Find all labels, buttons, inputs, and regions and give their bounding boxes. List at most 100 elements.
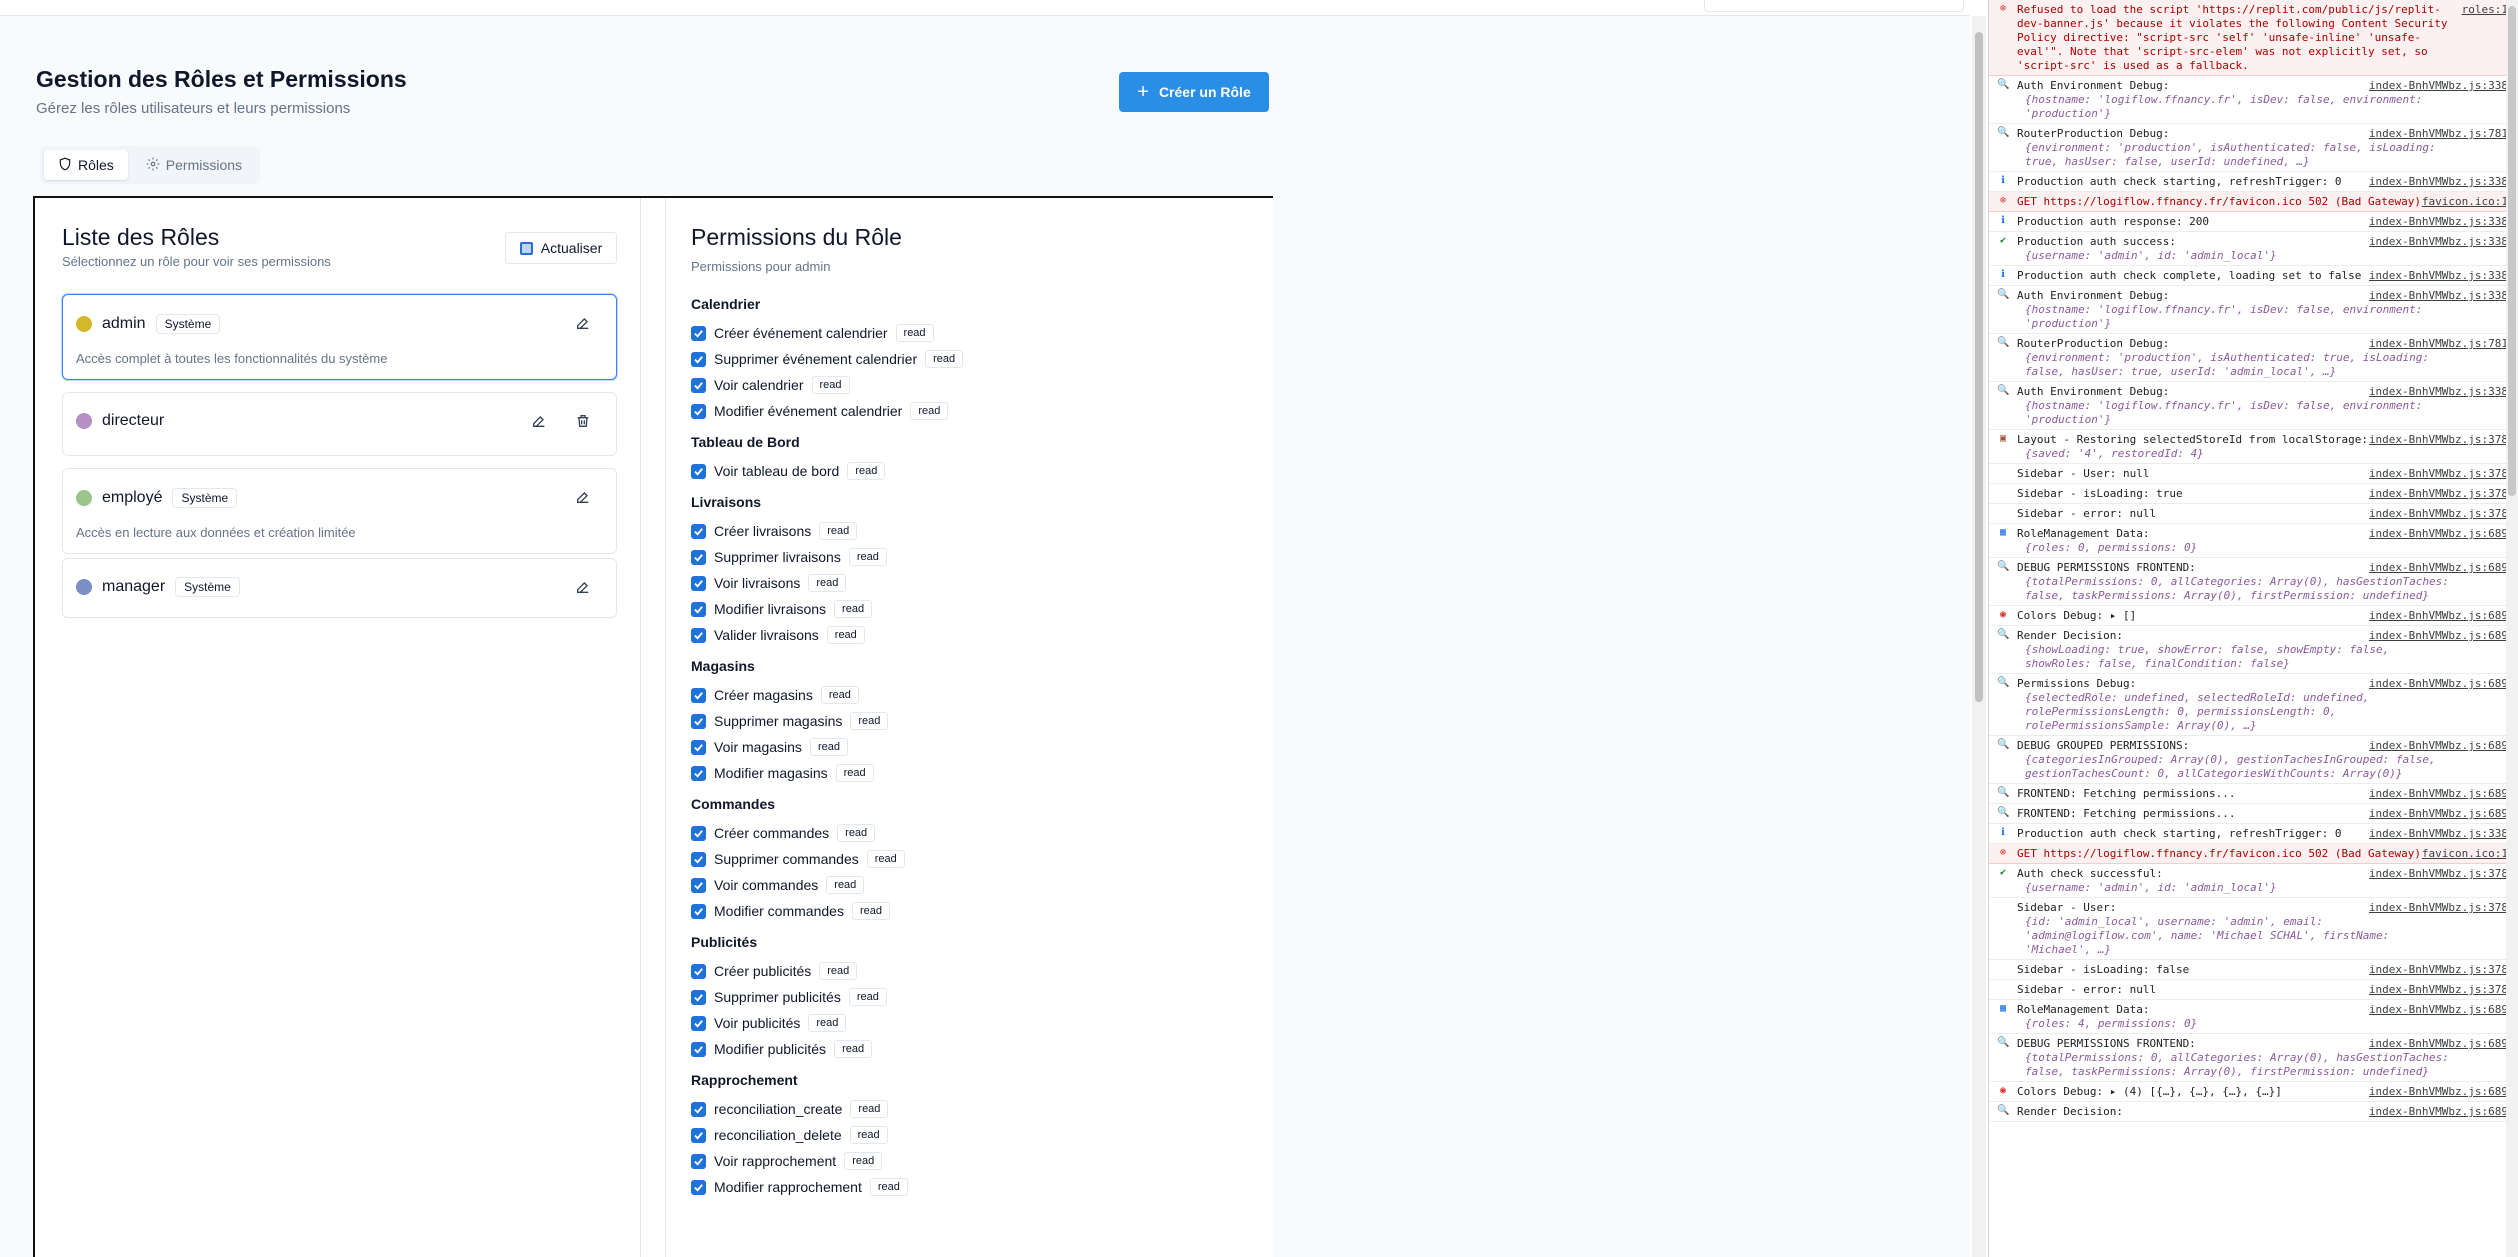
tab-roles[interactable]: Rôles	[44, 150, 128, 180]
console-object-preview[interactable]: {environment: 'production', isAuthentica…	[2017, 141, 2458, 169]
console-source-link[interactable]: index-BnhVMWbz.js:689	[2369, 527, 2508, 541]
console-error-entry[interactable]: ⊗ Refused to load the script 'https://rep…	[1989, 0, 2518, 76]
console-source-link[interactable]: index-BnhVMWbz.js:378	[2369, 901, 2508, 915]
console-source-link[interactable]: index-BnhVMWbz.js:689	[2369, 629, 2508, 643]
console-log-entry[interactable]: ◉ Colors Debug: ▸ [] index-BnhVMWbz.js:689	[1989, 606, 2518, 626]
console-source-link[interactable]: index-BnhVMWbz.js:689	[2369, 807, 2508, 821]
permission-checkbox[interactable]	[691, 713, 706, 729]
permission-checkbox[interactable]	[691, 351, 706, 367]
console-source-link[interactable]: index-BnhVMWbz.js:781	[2369, 337, 2508, 351]
console-object-preview[interactable]: {environment: 'production', isAuthentica…	[2017, 351, 2458, 379]
role-card-employe[interactable]: employé Système Accès en lecture aux don…	[62, 468, 617, 554]
console-log-entry[interactable]: ℹ Production auth check starting, refresh…	[1989, 172, 2518, 192]
console-log-entry[interactable]: ℹ Production auth check starting, refresh…	[1989, 824, 2518, 844]
console-object-preview[interactable]: {hostname: 'logiflow.ffnancy.fr', isDev:…	[2017, 399, 2458, 427]
console-source-link[interactable]: index-BnhVMWbz.js:338	[2369, 827, 2508, 841]
permission-checkbox[interactable]	[691, 903, 706, 919]
console-source-link[interactable]: index-BnhVMWbz.js:689	[2369, 561, 2508, 575]
page-scrollbar[interactable]	[1972, 16, 1986, 1257]
console-source-link[interactable]: index-BnhVMWbz.js:378	[2369, 487, 2508, 501]
console-log-entry[interactable]: 🔍 Render Decision: {showLoading: true, sho…	[1989, 626, 2518, 674]
console-log-entry[interactable]: ▦ RoleManagement Data: {roles: 4, permissi…	[1989, 1000, 2518, 1034]
edit-role-button[interactable]	[573, 487, 593, 507]
console-source-link[interactable]: index-BnhVMWbz.js:338	[2369, 215, 2508, 229]
console-log-entry[interactable]: Sidebar - User: {id: 'admin_local', usern…	[1989, 898, 2518, 960]
console-log-entry[interactable]: ℹ Production auth check complete, loading…	[1989, 266, 2518, 286]
create-role-button[interactable]: + Créer un Rôle	[1119, 72, 1269, 112]
console-object-preview[interactable]: {categoriesInGrouped: Array(0), gestionT…	[2017, 753, 2458, 781]
permission-checkbox[interactable]	[691, 1101, 706, 1117]
permission-checkbox[interactable]	[691, 963, 706, 979]
console-log-entry[interactable]: 🔍 DEBUG GROUPED PERMISSIONS: {categoriesIn…	[1989, 736, 2518, 784]
console-scrollbar[interactable]	[2506, 0, 2518, 1257]
console-source-link[interactable]: index-BnhVMWbz.js:338	[2369, 235, 2508, 249]
tab-permissions[interactable]: Permissions	[132, 150, 256, 180]
console-object-preview[interactable]: {roles: 4, permissions: 0}	[2017, 1017, 2458, 1031]
permission-checkbox[interactable]	[691, 463, 706, 479]
console-source-link[interactable]: index-BnhVMWbz.js:378	[2369, 467, 2508, 481]
console-source-link[interactable]: favicon.ico:1	[2422, 195, 2508, 209]
console-log-entry[interactable]: 🔍 DEBUG PERMISSIONS FRONTEND: {totalPermis…	[1989, 558, 2518, 606]
permission-checkbox[interactable]	[691, 1015, 706, 1031]
console-object-preview[interactable]: {hostname: 'logiflow.ffnancy.fr', isDev:…	[2017, 93, 2458, 121]
console-object-preview[interactable]: {username: 'admin', id: 'admin_local'}	[2017, 249, 2458, 263]
permission-checkbox[interactable]	[691, 765, 706, 781]
console-source-link[interactable]: index-BnhVMWbz.js:338	[2369, 175, 2508, 189]
console-log-entry[interactable]: Sidebar - isLoading: true index-BnhVMWbz.…	[1989, 484, 2518, 504]
permission-checkbox[interactable]	[691, 575, 706, 591]
top-search-input[interactable]	[1704, 0, 1964, 12]
console-object-preview[interactable]: {totalPermissions: 0, allCategories: Arr…	[2017, 575, 2458, 603]
console-source-link[interactable]: index-BnhVMWbz.js:338	[2369, 289, 2508, 303]
console-object-preview[interactable]: {selectedRole: undefined, selectedRoleId…	[2017, 691, 2458, 733]
permission-checkbox[interactable]	[691, 825, 706, 841]
console-source-link[interactable]: index-BnhVMWbz.js:378	[2369, 507, 2508, 521]
permission-checkbox[interactable]	[691, 627, 706, 643]
console-object-preview[interactable]: {showLoading: true, showError: false, sh…	[2017, 643, 2458, 671]
permission-checkbox[interactable]	[691, 601, 706, 617]
permission-checkbox[interactable]	[691, 1179, 706, 1195]
console-log-entry[interactable]: ▣ Layout - Restoring selectedStoreId from…	[1989, 430, 2518, 464]
console-source-link[interactable]: roles:1	[2462, 3, 2508, 17]
edit-role-button[interactable]	[573, 313, 593, 333]
console-source-link[interactable]: index-BnhVMWbz.js:378	[2369, 963, 2508, 977]
console-log-entry[interactable]: ◉ Colors Debug: ▸ (4) [{…}, {…}, {…}, {…}…	[1989, 1082, 2518, 1102]
console-log-entry[interactable]: 🔍 Auth Environment Debug: {hostname: 'logi…	[1989, 286, 2518, 334]
permission-checkbox[interactable]	[691, 877, 706, 893]
delete-role-button[interactable]	[573, 411, 593, 431]
console-source-link[interactable]: index-BnhVMWbz.js:338	[2369, 79, 2508, 93]
permission-checkbox[interactable]	[691, 989, 706, 1005]
console-object-preview[interactable]: {id: 'admin_local', username: 'admin', e…	[2017, 915, 2458, 957]
console-scrollbar-thumb[interactable]	[2508, 6, 2516, 496]
console-log-entry[interactable]: 🔍 FRONTEND: Fetching permissions... index-…	[1989, 804, 2518, 824]
console-object-preview[interactable]: {totalPermissions: 0, allCategories: Arr…	[2017, 1051, 2458, 1079]
console-log-entry[interactable]: 🔍 FRONTEND: Fetching permissions... index-…	[1989, 784, 2518, 804]
permission-checkbox[interactable]	[691, 1127, 706, 1143]
console-source-link[interactable]: favicon.ico:1	[2422, 847, 2508, 861]
console-log-entry[interactable]: 🔍 Auth Environment Debug: {hostname: 'logi…	[1989, 76, 2518, 124]
permission-checkbox[interactable]	[691, 739, 706, 755]
permission-checkbox[interactable]	[691, 403, 706, 419]
console-log-entry[interactable]: 🔍 Auth Environment Debug: {hostname: 'logi…	[1989, 382, 2518, 430]
console-log-entry[interactable]: ▦ RoleManagement Data: {roles: 0, permissi…	[1989, 524, 2518, 558]
console-object-preview[interactable]: {saved: '4', restoredId: 4}	[2017, 447, 2458, 461]
console-source-link[interactable]: index-BnhVMWbz.js:378	[2369, 867, 2508, 881]
console-source-link[interactable]: index-BnhVMWbz.js:378	[2369, 983, 2508, 997]
console-source-link[interactable]: index-BnhVMWbz.js:781	[2369, 127, 2508, 141]
console-log-entry[interactable]: Sidebar - error: null index-BnhVMWbz.js:3…	[1989, 980, 2518, 1000]
console-error-entry[interactable]: ⊗ GET https://logiflow.ffnancy.fr/favicon…	[1989, 192, 2518, 212]
edit-role-button[interactable]	[529, 411, 549, 431]
role-card-admin[interactable]: admin Système Accès complet à toutes les…	[62, 294, 617, 380]
permission-checkbox[interactable]	[691, 851, 706, 867]
console-log-entry[interactable]: ✔ Auth check successful: {username: 'admin…	[1989, 864, 2518, 898]
console-source-link[interactable]: index-BnhVMWbz.js:689	[2369, 787, 2508, 801]
role-card-manager[interactable]: manager Système	[62, 558, 617, 618]
console-log-entry[interactable]: 🔍 RouterProduction Debug: {environment: 'p…	[1989, 124, 2518, 172]
console-log-entry[interactable]: 🔍 Permissions Debug: {selectedRole: undefi…	[1989, 674, 2518, 736]
console-log-entry[interactable]: 🔍 Render Decision: index-BnhVMWbz.js:689	[1989, 1102, 2518, 1122]
permission-checkbox[interactable]	[691, 325, 706, 341]
console-error-entry[interactable]: ⊗ GET https://logiflow.ffnancy.fr/favicon…	[1989, 844, 2518, 864]
console-source-link[interactable]: index-BnhVMWbz.js:689	[2369, 1003, 2508, 1017]
role-card-directeur[interactable]: directeur	[62, 392, 617, 456]
console-source-link[interactable]: index-BnhVMWbz.js:689	[2369, 677, 2508, 691]
console-log-entry[interactable]: Sidebar - isLoading: false index-BnhVMWbz…	[1989, 960, 2518, 980]
